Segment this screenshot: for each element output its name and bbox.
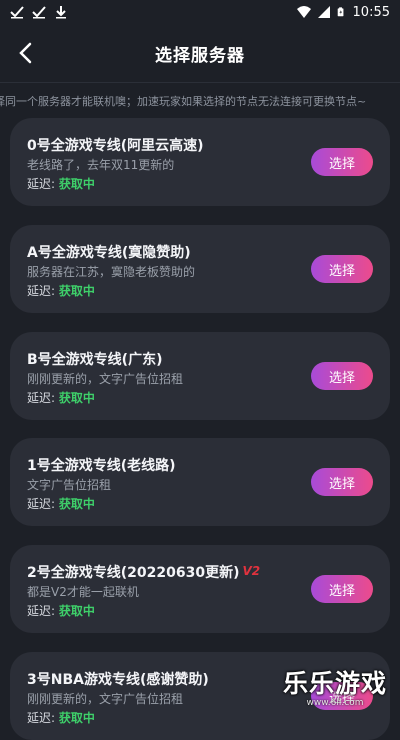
- select-server-button[interactable]: 选择: [311, 682, 373, 710]
- notice-text: 择同一个服务器才能联机噢；加速玩家如果选择的节点无法连接可更换节点~: [0, 95, 367, 108]
- server-card: 1号全游戏专线(老线路) 文字广告位招租 延迟: 获取中 选择: [10, 438, 390, 526]
- server-name-text: 2号全游戏专线(20220630更新): [27, 565, 240, 581]
- select-server-button[interactable]: 选择: [311, 468, 373, 496]
- server-name: 1号全游戏专线(老线路): [27, 458, 176, 474]
- latency-label: 延迟:: [27, 391, 56, 405]
- latency-label: 延迟:: [27, 284, 56, 298]
- server-description: 文字广告位招租: [27, 478, 112, 492]
- server-description: 刚刚更新的，文字广告位招租: [27, 692, 184, 706]
- back-arrow-icon: [19, 42, 32, 64]
- server-description: 都是V2才能一起联机: [27, 585, 139, 599]
- server-latency: 延迟: 获取中: [27, 282, 95, 299]
- server-description: 服务器在江苏，寞隐老板赞助的: [27, 265, 196, 279]
- latency-label: 延迟:: [27, 711, 56, 725]
- latency-value: 获取中: [58, 497, 95, 511]
- select-server-button[interactable]: 选择: [311, 362, 373, 390]
- page-title: 选择服务器: [155, 45, 245, 66]
- status-left-icons: [10, 5, 68, 19]
- latency-label: 延迟:: [27, 497, 56, 511]
- server-name: 2号全游戏专线(20220630更新) V2: [27, 562, 260, 582]
- latency-label: 延迟:: [27, 177, 56, 191]
- latency-value: 获取中: [58, 604, 95, 618]
- server-card: 0号全游戏专线(阿里云高速) 老线路了，去年双11更新的 延迟: 获取中 选择: [10, 118, 390, 206]
- check-icon: [32, 6, 46, 19]
- latency-label: 延迟:: [27, 604, 56, 618]
- server-latency: 延迟: 获取中: [27, 389, 95, 406]
- server-latency: 延迟: 获取中: [27, 602, 95, 619]
- download-icon: [56, 6, 66, 19]
- select-server-button[interactable]: 选择: [311, 255, 373, 283]
- server-name: 0号全游戏专线(阿里云高速): [27, 138, 204, 154]
- v2-badge: V2: [242, 564, 261, 578]
- status-time: 10:55: [352, 4, 390, 20]
- server-name: B号全游戏专线(广东): [27, 352, 163, 368]
- notice-bar: 择同一个服务器才能联机噢；加速玩家如果选择的节点无法连接可更换节点~: [0, 92, 400, 110]
- wifi-icon: [296, 6, 311, 18]
- status-bar: 10:55: [0, 0, 400, 24]
- latency-value: 获取中: [58, 391, 95, 405]
- server-name: A号全游戏专线(寞隐赞助): [27, 245, 191, 261]
- back-button[interactable]: [10, 38, 40, 68]
- status-right-icons: 10:55: [296, 4, 390, 20]
- server-latency: 延迟: 获取中: [27, 175, 95, 192]
- server-card: A号全游戏专线(寞隐赞助) 服务器在江苏，寞隐老板赞助的 延迟: 获取中 选择: [10, 225, 390, 313]
- latency-value: 获取中: [58, 284, 95, 298]
- server-description: 刚刚更新的，文字广告位招租: [27, 372, 184, 386]
- select-server-button[interactable]: 选择: [311, 575, 373, 603]
- latency-value: 获取中: [58, 711, 95, 725]
- app-header: 选择服务器: [0, 24, 400, 83]
- select-server-button[interactable]: 选择: [311, 148, 373, 176]
- server-name: 3号NBA游戏专线(感谢赞助): [27, 672, 209, 688]
- check-icon: [10, 6, 24, 19]
- server-description: 老线路了，去年双11更新的: [27, 158, 175, 172]
- server-card: 3号NBA游戏专线(感谢赞助) 刚刚更新的，文字广告位招租 延迟: 获取中 选择: [10, 652, 390, 740]
- latency-value: 获取中: [58, 177, 95, 191]
- signal-icon: [317, 6, 330, 18]
- battery-icon: [337, 7, 343, 17]
- server-card: 2号全游戏专线(20220630更新) V2 都是V2才能一起联机 延迟: 获取中…: [10, 545, 390, 633]
- server-latency: 延迟: 获取中: [27, 495, 95, 512]
- server-card: B号全游戏专线(广东) 刚刚更新的，文字广告位招租 延迟: 获取中 选择: [10, 332, 390, 420]
